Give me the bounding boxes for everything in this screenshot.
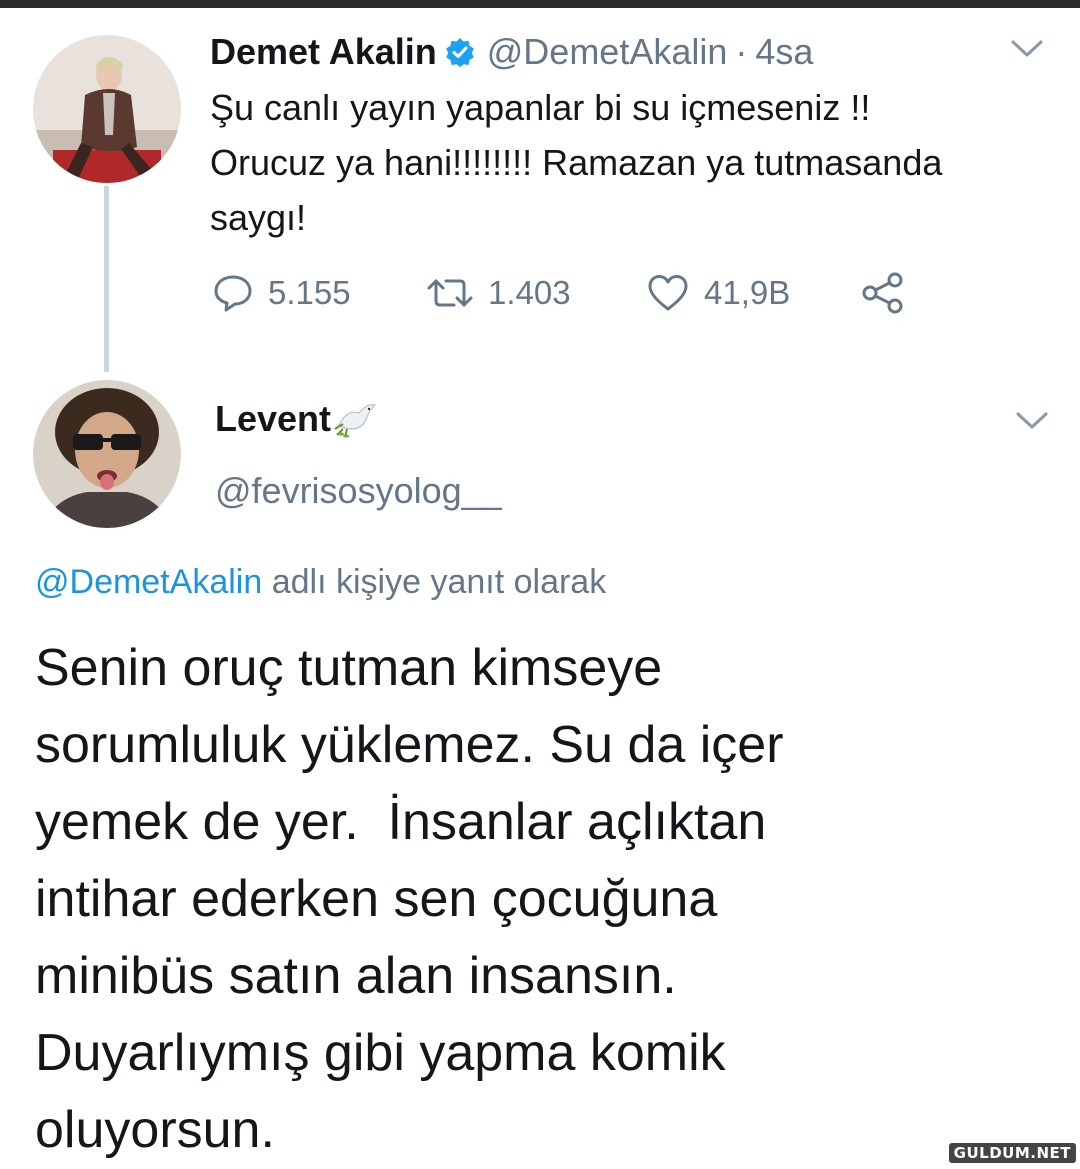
reply-text-line: oluyorsun.: [35, 1101, 275, 1159]
tweet-timestamp[interactable]: 4sa: [755, 31, 813, 73]
tweet-text-line: Şu canlı yayın yapanlar bi su içmeseniz …: [210, 87, 871, 128]
reply-text: Senin oruç tutman kimseye sorumluluk yük…: [35, 630, 1035, 1169]
top-bar: [0, 0, 1080, 8]
replying-to-suffix: adlı kişiye yanıt olarak: [271, 563, 607, 601]
watermark: GULDUM.NET: [948, 1143, 1076, 1163]
retweet-icon: [427, 279, 473, 307]
chevron-down-icon[interactable]: [1015, 410, 1049, 432]
reply-text-line: minibüs satın alan insansın.: [35, 947, 677, 1005]
share-icon: [862, 272, 903, 314]
tweet-text: Şu canlı yayın yapanlar bi su içmeseniz …: [210, 80, 1050, 245]
retweet-button[interactable]: 1.403: [426, 268, 571, 318]
reply-text-line: Duyarlıymış gibi yapma komik: [35, 1024, 726, 1082]
like-count: 41,9B: [704, 274, 791, 311]
avatar-levent[interactable]: [33, 380, 181, 528]
tweet-text-line: Orucuz ya hani!!!!!!!! Ramazan ya tutmas…: [210, 142, 943, 183]
reply-author-row: Levent: [215, 398, 379, 440]
chevron-down-icon[interactable]: [1010, 38, 1044, 60]
reply-icon: [214, 275, 252, 312]
reply-count: 5.155: [268, 274, 351, 311]
reply-author-handle[interactable]: @fevrisosyolog__: [215, 470, 502, 512]
verified-badge-icon: [445, 37, 475, 67]
replying-to: @DemetAkalin adlı kişiye yanıt olarak: [35, 563, 606, 602]
tweet-text-line: saygı!: [210, 197, 307, 238]
author-handle[interactable]: @DemetAkalin: [487, 31, 728, 73]
avatar-photo: [33, 35, 181, 183]
reply-text-line: Senin oruç tutman kimseye: [35, 639, 663, 697]
heart-icon: [648, 275, 688, 311]
reply-author-name[interactable]: Levent: [215, 398, 331, 440]
retweet-count: 1.403: [488, 274, 571, 311]
reply-button[interactable]: 5.155: [212, 268, 351, 318]
author-name[interactable]: Demet Akalin: [210, 31, 437, 73]
like-button[interactable]: 41,9B: [646, 268, 790, 318]
reply-text-line: yemek de yer. İnsanlar açlıktan: [35, 793, 767, 851]
thread-line: [104, 186, 109, 372]
share-button[interactable]: [860, 268, 906, 318]
reply-text-line: intihar ederken sen çocuğuna: [35, 870, 718, 928]
avatar-demet-akalin[interactable]: [33, 35, 181, 183]
dove-icon: [333, 399, 379, 439]
replying-to-mention[interactable]: @DemetAkalin: [35, 563, 262, 601]
reply-text-line: sorumluluk yüklemez. Su da içer: [35, 716, 784, 774]
avatar-photo: [33, 380, 181, 528]
tweet-header: Demet Akalin @DemetAkalin · 4sa: [210, 30, 813, 74]
separator-dot: ·: [735, 31, 748, 72]
